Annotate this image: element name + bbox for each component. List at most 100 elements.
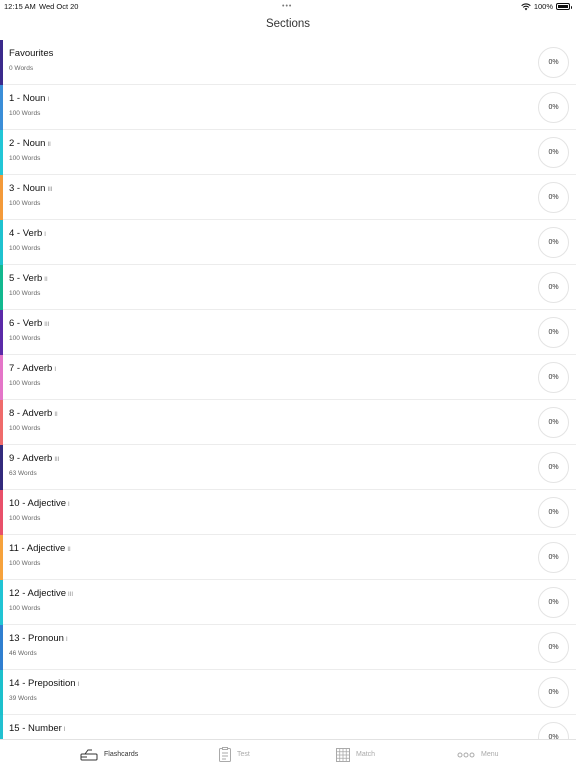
section-word-count: 46 Words (9, 650, 37, 657)
section-progress-circle: 0% (538, 452, 569, 483)
section-row[interactable]: 15 - Number I 0% (0, 715, 576, 739)
section-title-text: 4 - Verb (9, 228, 43, 239)
section-title-text: Favourites (9, 48, 54, 59)
section-progress-circle: 0% (538, 407, 569, 438)
section-progress-circle: 0% (538, 227, 569, 258)
section-title-text: 3 - Noun (9, 183, 46, 194)
section-row[interactable]: 3 - Noun III 100 Words 0% (0, 175, 576, 220)
section-progress-circle: 0% (538, 587, 569, 618)
section-title-text: 1 - Noun (9, 93, 46, 104)
section-row[interactable]: 5 - Verb II 100 Words 0% (0, 265, 576, 310)
section-progress-circle: 0% (538, 722, 569, 739)
section-progress-circle: 0% (538, 92, 569, 123)
section-title: 6 - Verb III (9, 318, 49, 329)
status-time: 12:15 AM (4, 2, 36, 11)
section-color-bar (0, 220, 3, 265)
section-title-text: 10 - Adjective (9, 498, 67, 509)
section-list[interactable]: Favourites 0 Words 0% 1 - Noun I 100 Words 0% 2… (0, 40, 576, 739)
section-part-numeral: III (47, 187, 53, 193)
section-title-text: 12 - Adjective (9, 588, 67, 599)
section-row[interactable]: 6 - Verb III 100 Words 0% (0, 310, 576, 355)
section-part-numeral: II (44, 277, 48, 283)
section-color-bar (0, 355, 3, 400)
section-color-bar (0, 85, 3, 130)
tab-label: Test (237, 751, 250, 758)
section-progress-circle: 0% (538, 272, 569, 303)
section-progress-circle: 0% (538, 497, 569, 528)
section-title: 9 - Adverb III (9, 453, 59, 464)
section-part-numeral: II (54, 412, 58, 418)
section-row[interactable]: 8 - Adverb II 100 Words 0% (0, 400, 576, 445)
status-right: 100% (521, 2, 572, 11)
section-word-count: 100 Words (9, 200, 41, 207)
tab-menu[interactable]: Menu (457, 740, 499, 768)
section-word-count: 100 Words (9, 425, 41, 432)
tab-match[interactable]: Match (336, 740, 375, 768)
section-row[interactable]: 10 - Adjective I 100 Words 0% (0, 490, 576, 535)
section-title-text: 14 - Preposition (9, 678, 76, 689)
section-title: 13 - Pronoun I (9, 633, 68, 644)
section-title-text: 5 - Verb (9, 273, 43, 284)
section-word-count: 39 Words (9, 695, 37, 702)
section-word-count: 100 Words (9, 245, 41, 252)
multitasking-dots-icon[interactable]: ••• (282, 3, 292, 10)
section-word-count: 100 Words (9, 605, 41, 612)
section-word-count: 100 Words (9, 560, 41, 567)
tab-label: Flashcards (104, 751, 139, 758)
section-part-numeral: I (68, 502, 70, 508)
section-progress-circle: 0% (538, 182, 569, 213)
section-color-bar (0, 580, 3, 625)
section-row[interactable]: 14 - Preposition I 39 Words 0% (0, 670, 576, 715)
section-progress-circle: 0% (538, 362, 569, 393)
section-row[interactable]: 13 - Pronoun I 46 Words 0% (0, 625, 576, 670)
section-color-bar (0, 265, 3, 310)
section-title: 8 - Adverb II (9, 408, 58, 419)
flashcards-icon (80, 749, 98, 760)
section-title: 15 - Number I (9, 723, 65, 734)
section-word-count: 100 Words (9, 110, 41, 117)
section-part-numeral: I (63, 727, 66, 733)
section-color-bar (0, 175, 3, 220)
section-row[interactable]: 7 - Adverb I 100 Words 0% (0, 355, 576, 400)
section-color-bar (0, 130, 3, 175)
status-date: Wed Oct 20 (39, 2, 79, 11)
section-part-numeral: III (54, 457, 60, 463)
section-row[interactable]: 2 - Noun II 100 Words 0% (0, 130, 576, 175)
menu-dots-icon (457, 752, 475, 757)
section-part-numeral: I (77, 682, 80, 688)
section-progress-circle: 0% (538, 677, 569, 708)
tab-label: Menu (481, 751, 499, 758)
section-title-text: 2 - Noun (9, 138, 46, 149)
section-part-numeral: II (67, 547, 71, 553)
section-part-numeral: III (68, 592, 74, 598)
test-icon (219, 747, 231, 762)
section-color-bar (0, 490, 3, 535)
section-progress-circle: 0% (538, 632, 569, 663)
section-row[interactable]: 11 - Adjective II 100 Words 0% (0, 535, 576, 580)
section-word-count: 63 Words (9, 470, 37, 477)
section-row[interactable]: 9 - Adverb III 63 Words 0% (0, 445, 576, 490)
section-word-count: 100 Words (9, 335, 41, 342)
section-title: 2 - Noun II (9, 138, 51, 149)
section-progress-circle: 0% (538, 317, 569, 348)
section-color-bar (0, 40, 3, 85)
section-title-text: 15 - Number (9, 723, 62, 734)
section-title: 11 - Adjective II (9, 543, 71, 554)
tab-test[interactable]: Test (219, 740, 250, 768)
section-color-bar (0, 400, 3, 445)
section-part-numeral: II (47, 142, 51, 148)
section-color-bar (0, 625, 3, 670)
section-row[interactable]: Favourites 0 Words 0% (0, 40, 576, 85)
section-part-numeral: I (65, 637, 68, 643)
section-color-bar (0, 310, 3, 355)
section-row[interactable]: 12 - Adjective III 100 Words 0% (0, 580, 576, 625)
section-title-text: 9 - Adverb (9, 453, 53, 464)
section-word-count: 100 Words (9, 155, 41, 162)
section-title-text: 7 - Adverb (9, 363, 53, 374)
section-row[interactable]: 4 - Verb I 100 Words 0% (0, 220, 576, 265)
section-title: 14 - Preposition I (9, 678, 79, 689)
section-row[interactable]: 1 - Noun I 100 Words 0% (0, 85, 576, 130)
section-title: 4 - Verb I (9, 228, 46, 239)
tab-flashcards[interactable]: Flashcards (80, 740, 138, 768)
section-title-text: 8 - Adverb (9, 408, 53, 419)
